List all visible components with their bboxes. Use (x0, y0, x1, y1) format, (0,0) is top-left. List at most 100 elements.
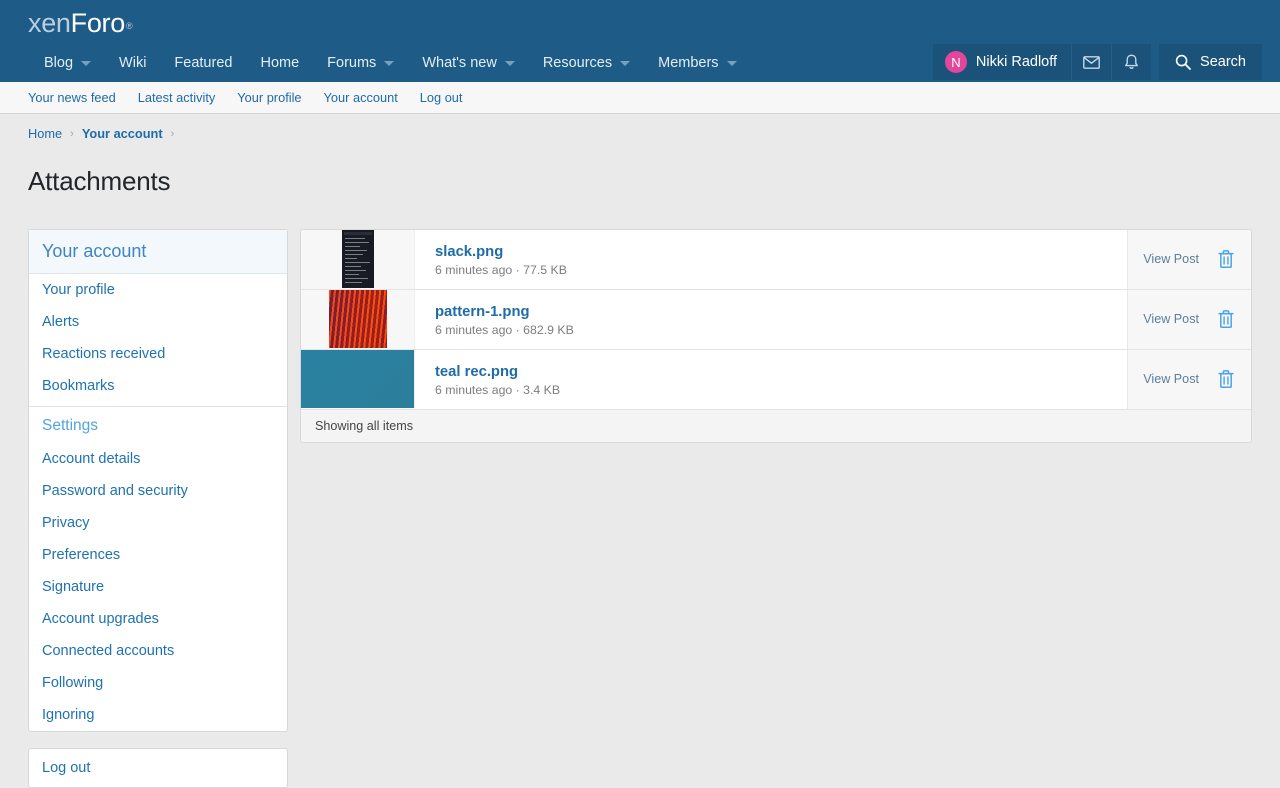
alerts-button[interactable] (1111, 44, 1151, 80)
logo-registered-mark: ® (126, 21, 132, 31)
nav-label: Forums (327, 55, 376, 71)
envelope-icon (1083, 56, 1100, 69)
delete-attachment-button[interactable] (1217, 369, 1235, 389)
sidebar-item-ignoring[interactable]: Ignoring (29, 699, 287, 731)
table-row: slack.png 6 minutes ago · 77.5 KB View P… (301, 230, 1251, 290)
nav-label: Wiki (119, 55, 146, 71)
breadcrumb: Home › Your account › (0, 114, 1280, 141)
nav-label: What's new (422, 55, 497, 71)
nav-item-forums[interactable]: Forums (313, 46, 408, 80)
attachment-list-column: slack.png 6 minutes ago · 77.5 KB View P… (300, 229, 1252, 443)
search-button[interactable]: Search (1159, 44, 1262, 80)
nav-label: Members (658, 55, 718, 71)
sidebar-item-password-and-security[interactable]: Password and security (29, 475, 287, 507)
sidebar-section-settings: Settings (29, 406, 287, 443)
page-title: Attachments (0, 158, 1280, 211)
nav-item-featured[interactable]: Featured (160, 46, 246, 80)
site-logo[interactable]: xenForo® (28, 8, 131, 38)
attachment-info: teal rec.png 6 minutes ago · 3.4 KB (415, 350, 1127, 409)
attachment-filename[interactable]: slack.png (435, 244, 1127, 260)
nav-item-whats-new[interactable]: What's new (408, 46, 529, 80)
logo-suffix: Foro (71, 8, 125, 38)
search-icon (1175, 54, 1191, 70)
sidebar-item-signature[interactable]: Signature (29, 571, 287, 603)
trash-icon (1217, 309, 1235, 329)
sidebar-item-account-details[interactable]: Account details (29, 443, 287, 475)
nav-item-blog[interactable]: Blog (30, 46, 105, 80)
chevron-down-icon (620, 61, 630, 66)
subnav-item-your-profile[interactable]: Your profile (237, 90, 301, 105)
search-label: Search (1200, 54, 1246, 70)
user-menu-button[interactable]: N Nikki Radloff (933, 44, 1071, 80)
user-name: Nikki Radloff (976, 54, 1057, 70)
sidebar-item-following[interactable]: Following (29, 667, 287, 699)
view-post-link[interactable]: View Post (1143, 372, 1199, 386)
nav-label: Home (260, 55, 299, 71)
thumbnail-image-teal (301, 350, 414, 408)
thumbnail-image-pattern (329, 290, 387, 348)
attachment-thumbnail[interactable] (301, 290, 415, 349)
delete-attachment-button[interactable] (1217, 249, 1235, 269)
attachment-list: slack.png 6 minutes ago · 77.5 KB View P… (300, 229, 1252, 443)
attachment-meta: 6 minutes ago · 682.9 KB (435, 323, 1127, 337)
attachment-actions: View Post (1127, 350, 1251, 409)
table-row: pattern-1.png 6 minutes ago · 682.9 KB V… (301, 290, 1251, 350)
breadcrumb-item-home[interactable]: Home (28, 126, 62, 141)
secondary-navigation: Your news feed Latest activity Your prof… (0, 82, 1280, 114)
logout-panel: Log out (28, 748, 288, 788)
page-content: Your account Your profile Alerts Reactio… (0, 229, 1280, 788)
attachment-list-footer: Showing all items (301, 410, 1251, 442)
sidebar-item-your-profile[interactable]: Your profile (29, 274, 287, 306)
attachment-info: pattern-1.png 6 minutes ago · 682.9 KB (415, 290, 1127, 349)
sidebar-item-log-out[interactable]: Log out (29, 749, 287, 787)
sidebar-item-bookmarks[interactable]: Bookmarks (29, 370, 287, 402)
trash-icon (1217, 369, 1235, 389)
header-user-area: N Nikki Radloff Search (933, 44, 1262, 80)
attachment-filename[interactable]: pattern-1.png (435, 304, 1127, 320)
delete-attachment-button[interactable] (1217, 309, 1235, 329)
logo-wrapper: xenForo® (0, 0, 1280, 44)
thumbnail-image-slack (342, 230, 374, 288)
attachment-thumbnail[interactable] (301, 230, 415, 289)
trash-icon (1217, 249, 1235, 269)
nav-label: Resources (543, 55, 612, 71)
inbox-button[interactable] (1071, 44, 1111, 80)
chevron-down-icon (81, 61, 91, 66)
account-nav-panel: Your account Your profile Alerts Reactio… (28, 229, 288, 732)
logo-prefix: xen (28, 8, 71, 38)
bell-icon (1124, 54, 1139, 71)
chevron-down-icon (505, 61, 515, 66)
nav-item-wiki[interactable]: Wiki (105, 46, 160, 80)
sidebar-item-reactions-received[interactable]: Reactions received (29, 338, 287, 370)
sidebar-item-preferences[interactable]: Preferences (29, 539, 287, 571)
subnav-item-your-account[interactable]: Your account (324, 90, 398, 105)
avatar: N (945, 51, 967, 73)
attachment-meta: 6 minutes ago · 77.5 KB (435, 263, 1127, 277)
subnav-item-log-out[interactable]: Log out (420, 90, 463, 105)
breadcrumb-separator: › (70, 128, 74, 140)
breadcrumb-separator: › (171, 128, 175, 140)
nav-item-resources[interactable]: Resources (529, 46, 644, 80)
attachment-meta: 6 minutes ago · 3.4 KB (435, 383, 1127, 397)
view-post-link[interactable]: View Post (1143, 312, 1199, 326)
sidebar-item-privacy[interactable]: Privacy (29, 507, 287, 539)
view-post-link[interactable]: View Post (1143, 252, 1199, 266)
chevron-down-icon (727, 61, 737, 66)
subnav-item-your-news-feed[interactable]: Your news feed (28, 90, 116, 105)
nav-item-members[interactable]: Members (644, 46, 750, 80)
attachment-thumbnail[interactable] (301, 350, 415, 409)
sidebar: Your account Your profile Alerts Reactio… (28, 229, 288, 788)
attachment-actions: View Post (1127, 230, 1251, 289)
site-header: xenForo® Blog Wiki Featured Home Forums … (0, 0, 1280, 82)
attachment-info: slack.png 6 minutes ago · 77.5 KB (415, 230, 1127, 289)
nav-item-home[interactable]: Home (246, 46, 313, 80)
breadcrumb-item-your-account[interactable]: Your account (82, 126, 163, 141)
subnav-item-latest-activity[interactable]: Latest activity (138, 90, 216, 105)
sidebar-item-account-upgrades[interactable]: Account upgrades (29, 603, 287, 635)
sidebar-heading: Your account (29, 230, 287, 274)
sidebar-item-connected-accounts[interactable]: Connected accounts (29, 635, 287, 667)
table-row: teal rec.png 6 minutes ago · 3.4 KB View… (301, 350, 1251, 410)
sidebar-item-alerts[interactable]: Alerts (29, 306, 287, 338)
attachment-filename[interactable]: teal rec.png (435, 364, 1127, 380)
nav-label: Featured (174, 55, 232, 71)
